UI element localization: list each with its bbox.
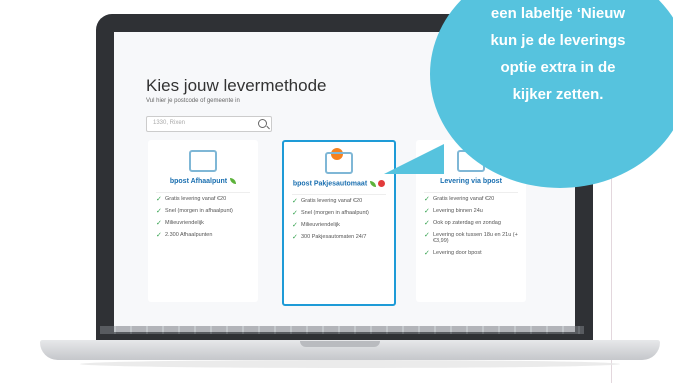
keyboard-edge [100,326,584,334]
feature-item: Gratis levering vanaf €20 [292,197,390,205]
feature-list: Gratis levering vanaf €20 Snel (morgen i… [156,195,254,244]
feature-item: Milieuvriendelijk [292,221,390,229]
feature-item: Levering binnen 24u [424,207,522,215]
feature-item: Milieuvriendelijk [156,219,254,227]
feature-item: Levering door bpost [424,249,522,257]
feature-item: Ook op zaterdag en zondag [424,219,522,227]
card-title: bpost Afhaalpunt [148,178,258,185]
speech-bubble-tail [384,144,444,174]
divider [292,194,386,195]
delivery-option-pakjesautomaat[interactable]: bpost Pakjesautomaat Gratis levering van… [282,140,396,306]
search-icon[interactable] [258,119,267,128]
feature-list: Gratis levering vanaf €20 Levering binne… [424,195,522,262]
feature-item: Snel (morgen in afhaalpunt) [156,207,254,215]
feature-item: 2.300 Afhaalpunten [156,231,254,239]
search-placeholder: 1330, Rixen [153,120,186,126]
page-subtitle: Vul hier je postcode of gemeente in [146,98,240,104]
pickup-point-icon [189,150,217,172]
callout-line: optie extra in de [500,59,616,76]
feature-item: Snel (morgen in afhaalpunt) [292,209,390,217]
laptop-notch [300,341,380,347]
callout-line: een labeltje ‘Nieuw [490,5,626,22]
divider [156,192,250,193]
card-title: bpost Pakjesautomaat [284,180,394,187]
eco-leaf-icon [230,178,237,185]
delivery-option-afhaalpunt[interactable]: bpost Afhaalpunt Gratis levering vanaf €… [148,140,258,302]
eco-leaf-icon [370,180,377,187]
parcel-locker-icon [325,152,353,174]
badge-icon [378,180,386,187]
feature-item: Gratis levering vanaf €20 [424,195,522,203]
divider [424,192,518,193]
callout-text: een labeltje ‘Nieuw kun je de leverings … [442,0,673,108]
feature-list: Gratis levering vanaf €20 Snel (morgen i… [292,197,390,246]
feature-item: Levering ook tussen 18u en 21u (+€3,99) [424,231,522,244]
laptop-shadow [80,360,620,368]
feature-item: 300 Pakjesautomaten 24/7 [292,233,390,241]
search-input[interactable]: 1330, Rixen [146,116,272,132]
feature-item: Gratis levering vanaf €20 [156,195,254,203]
callout-line: kijker zetten. [512,86,604,103]
callout-line: kun je de leverings [490,32,626,49]
page-title: Kies jouw levermethode [146,76,327,95]
